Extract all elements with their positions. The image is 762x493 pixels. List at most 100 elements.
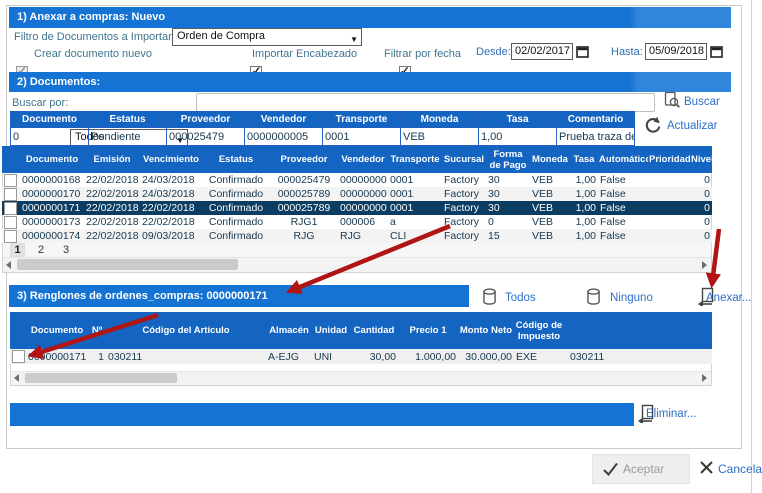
col-header[interactable]: Prioridad bbox=[648, 146, 690, 173]
row-checkbox[interactable] bbox=[4, 216, 17, 229]
documents-grid-header-row: Documento Emisión Vencimiento Estatus Pr… bbox=[2, 146, 712, 173]
row-checkbox[interactable] bbox=[4, 230, 17, 243]
col-header[interactable]: Automático bbox=[598, 146, 648, 173]
col-header[interactable]: Forma de Pago bbox=[486, 146, 530, 173]
scroll-left-icon[interactable] bbox=[6, 261, 11, 269]
document-type-value: Orden de Compra bbox=[177, 30, 265, 42]
cell: Confirmado bbox=[202, 173, 270, 187]
col-header[interactable]: Monto Neto bbox=[458, 312, 514, 349]
document-row[interactable]: 000000017022/02/201824/03/2018Confirmado… bbox=[2, 187, 712, 201]
col-header[interactable]: Moneda bbox=[530, 146, 570, 173]
cell: Factory bbox=[442, 173, 486, 187]
search-input[interactable] bbox=[196, 93, 655, 112]
row-checkbox[interactable] bbox=[12, 350, 25, 363]
desde-calendar-icon[interactable] bbox=[576, 45, 589, 58]
cell: Factory bbox=[442, 215, 486, 229]
col-header[interactable]: Cantidad bbox=[350, 312, 398, 349]
cell: 1.000,00 bbox=[398, 349, 458, 364]
col-header[interactable]: Tasa bbox=[570, 146, 598, 173]
col-header[interactable]: Proveedor bbox=[270, 146, 338, 173]
scroll-right-icon[interactable] bbox=[702, 374, 707, 382]
section4-header bbox=[10, 403, 634, 426]
hasta-input[interactable]: 05/09/2018 bbox=[645, 43, 707, 60]
col-header[interactable]: Vencimiento bbox=[140, 146, 202, 173]
cell: 1 bbox=[88, 349, 106, 364]
cell: RJG1 bbox=[270, 215, 338, 229]
col-header[interactable]: Código del Articulo bbox=[106, 312, 266, 349]
buscar-button[interactable]: Buscar bbox=[684, 96, 720, 108]
todos-icon[interactable] bbox=[482, 288, 497, 306]
cancelar-button[interactable]: Cancelar bbox=[718, 462, 762, 476]
buscar-icon[interactable] bbox=[663, 91, 681, 109]
col-header[interactable]: Nivel bbox=[690, 146, 712, 173]
line-row[interactable]: 0000000171 1 030211 A-EJG UNI 30,00 1.00… bbox=[10, 349, 712, 364]
cell: 0001 bbox=[388, 187, 442, 201]
document-row[interactable]: 000000017322/02/201822/02/2018Confirmado… bbox=[2, 215, 712, 229]
pager-page-3[interactable]: 3 bbox=[63, 244, 69, 256]
col-header[interactable]: Sucursal bbox=[442, 146, 486, 173]
row-checkbox[interactable] bbox=[4, 202, 17, 215]
cell: Pendiente bbox=[89, 128, 167, 146]
scroll-thumb[interactable] bbox=[17, 259, 238, 270]
actualizar-button[interactable]: Actualizar bbox=[667, 120, 718, 132]
pager-page-2[interactable]: 2 bbox=[38, 244, 44, 256]
document-row[interactable]: 000000016822/02/201824/03/2018Confirmado… bbox=[2, 173, 712, 187]
hasta-calendar-icon[interactable] bbox=[710, 45, 723, 58]
row-checkbox[interactable] bbox=[4, 188, 17, 201]
anexar-icon[interactable] bbox=[697, 287, 714, 306]
pager-page-1[interactable]: 1 bbox=[10, 243, 25, 257]
document-row-selected[interactable]: 000000017122/02/201822/02/2018Confirmado… bbox=[2, 201, 712, 215]
col-header[interactable]: Código de Impuesto bbox=[514, 312, 564, 349]
ninguno-button[interactable]: Ninguno bbox=[610, 292, 653, 304]
cell: 0 bbox=[486, 215, 530, 229]
eliminar-icon[interactable] bbox=[637, 404, 654, 423]
cell: EXE bbox=[514, 349, 564, 364]
col-header[interactable]: Unidad bbox=[312, 312, 350, 349]
col-header[interactable]: Transporte bbox=[388, 146, 442, 173]
hasta-label: Hasta: bbox=[611, 46, 643, 58]
col-header[interactable]: Emisión bbox=[84, 146, 140, 173]
col-header[interactable] bbox=[564, 312, 712, 349]
section2-header[interactable]: 2) Documentos: bbox=[9, 72, 731, 92]
document-row[interactable]: 000000017422/02/201809/03/2018Confirmado… bbox=[2, 229, 712, 243]
summary-col: Documento bbox=[11, 112, 89, 128]
col-header[interactable]: Estatus bbox=[202, 146, 270, 173]
cell: 0000000174 bbox=[20, 229, 84, 243]
cell: Factory bbox=[442, 229, 486, 243]
col-header[interactable]: Documento bbox=[20, 146, 84, 173]
col-header[interactable]: Vendedor bbox=[338, 146, 388, 173]
col-header[interactable]: Nº bbox=[88, 312, 106, 349]
cell: Factory bbox=[442, 187, 486, 201]
cancelar-x-icon[interactable] bbox=[699, 460, 714, 475]
row-checkbox[interactable] bbox=[4, 174, 17, 187]
todos-button[interactable]: Todos bbox=[505, 292, 536, 304]
cell: Prueba traza de bbox=[557, 128, 635, 146]
ninguno-icon[interactable] bbox=[586, 288, 601, 306]
filter-label: Filtro de Documentos a Importar: bbox=[14, 31, 175, 43]
desde-value: 02/02/2017 bbox=[515, 45, 570, 57]
refresh-icon[interactable] bbox=[644, 116, 662, 134]
cell: 09/03/2018 bbox=[140, 229, 202, 243]
document-type-select[interactable]: Orden de Compra bbox=[172, 28, 362, 46]
scroll-left-icon[interactable] bbox=[14, 374, 19, 382]
cell: 0000000173 bbox=[20, 215, 84, 229]
scroll-right-icon[interactable] bbox=[702, 261, 707, 269]
cell: 0 bbox=[690, 215, 712, 229]
col-header[interactable]: Precio 1 bbox=[398, 312, 458, 349]
desde-input[interactable]: 02/02/2017 bbox=[511, 43, 573, 60]
cell: 000025479 bbox=[270, 173, 338, 187]
section1-header[interactable]: 1) Anexar a compras: Nuevo bbox=[9, 7, 731, 28]
cell: 22/02/2018 bbox=[140, 215, 202, 229]
section2-title: 2) Documentos: bbox=[17, 76, 100, 88]
col-header[interactable]: Documento bbox=[26, 312, 88, 349]
cell: 1,00 bbox=[570, 215, 598, 229]
cell bbox=[648, 173, 690, 187]
select-column-header bbox=[10, 312, 26, 349]
buscar-por-label: Buscar por: bbox=[12, 97, 68, 109]
cell: 22/02/2018 bbox=[84, 187, 140, 201]
cell: 00000000 bbox=[338, 201, 388, 215]
cell: False bbox=[598, 187, 648, 201]
section3-header[interactable]: 3) Renglones de ordenes_compras: 0000000… bbox=[9, 285, 469, 307]
col-header[interactable]: Almacén bbox=[266, 312, 312, 349]
scroll-thumb[interactable] bbox=[25, 373, 177, 383]
